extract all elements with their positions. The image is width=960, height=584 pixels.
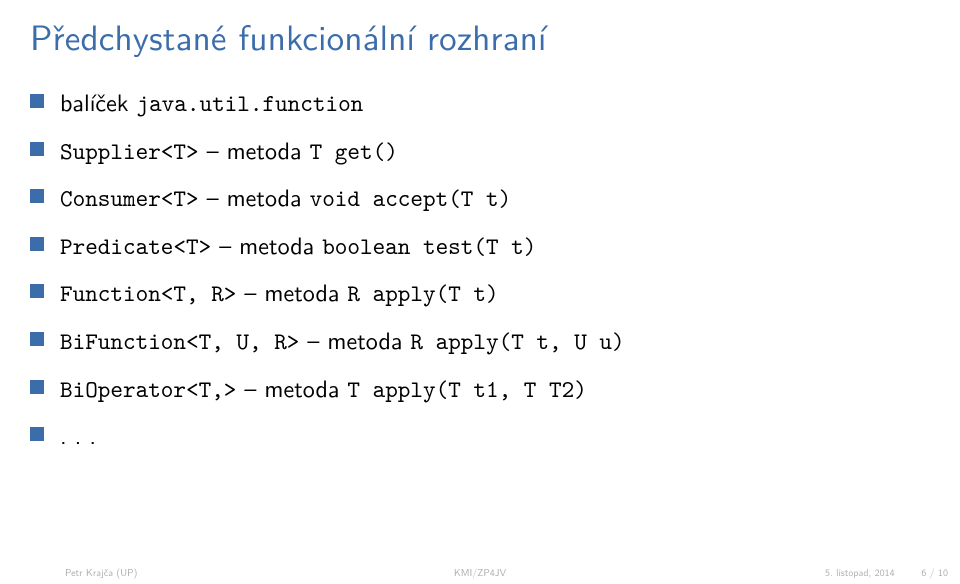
item-code: void accept(T t): [310, 182, 512, 214]
item-text: – metoda: [236, 274, 347, 309]
list-item: balíček java.util.function: [30, 85, 930, 121]
bullet-icon: [30, 380, 44, 394]
item-code: Function<T, R>: [60, 277, 236, 309]
bullet-icon: [30, 237, 44, 251]
item-text: – metoda: [199, 179, 310, 214]
item-text: . . .: [60, 417, 96, 452]
list-item: Function<T, R> – metoda R apply(T t): [30, 275, 930, 311]
item-code: BiOperator<T,>: [60, 373, 236, 405]
item-code: boolean test(T t): [322, 230, 536, 262]
bullet-icon: [30, 142, 44, 156]
item-code: T get(): [310, 135, 398, 167]
footer-date: 5. listopad, 2014: [825, 565, 895, 580]
list-item: BiFunction<T, U, R> – metoda R apply(T t…: [30, 323, 930, 359]
list-item: . . .: [30, 418, 930, 452]
item-text: – metoda: [211, 227, 322, 262]
list-item: Predicate<T> – metoda boolean test(T t): [30, 228, 930, 264]
footer: Petr Krajča (UP) KMI/ZP4JV 5. listopad, …: [0, 560, 960, 584]
bullet-icon: [30, 427, 44, 441]
slide-title: Předchystané funkcionální rozhraní: [30, 10, 930, 61]
bullet-icon: [30, 284, 44, 298]
footer-course: KMI/ZP4JV: [454, 565, 506, 580]
list-item: BiOperator<T,> – metoda T apply(T t1, T …: [30, 371, 930, 407]
item-text: – metoda: [199, 132, 310, 167]
bullet-icon: [30, 189, 44, 203]
item-code: java.util.function: [136, 87, 363, 119]
footer-author: Petr Krajča (UP): [65, 565, 137, 580]
item-code: Consumer<T>: [60, 182, 199, 214]
item-code: R apply(T t, U u): [410, 325, 624, 357]
item-text: – metoda: [299, 322, 410, 357]
item-text: balíček: [60, 84, 136, 119]
item-code: Supplier<T>: [60, 135, 199, 167]
bullet-icon: [30, 332, 44, 346]
content-area: balíček java.util.function Supplier<T> –…: [30, 85, 930, 584]
list-item: Supplier<T> – metoda T get(): [30, 133, 930, 169]
item-text: – metoda: [236, 370, 347, 405]
bullet-icon: [30, 94, 44, 108]
item-code: T apply(T t1, T T2): [347, 373, 586, 405]
footer-page: 6 / 10: [921, 565, 948, 580]
item-code: R apply(T t): [347, 277, 498, 309]
item-code: BiFunction<T, U, R>: [60, 325, 299, 357]
item-code: Predicate<T>: [60, 230, 211, 262]
list-item: Consumer<T> – metoda void accept(T t): [30, 180, 930, 216]
